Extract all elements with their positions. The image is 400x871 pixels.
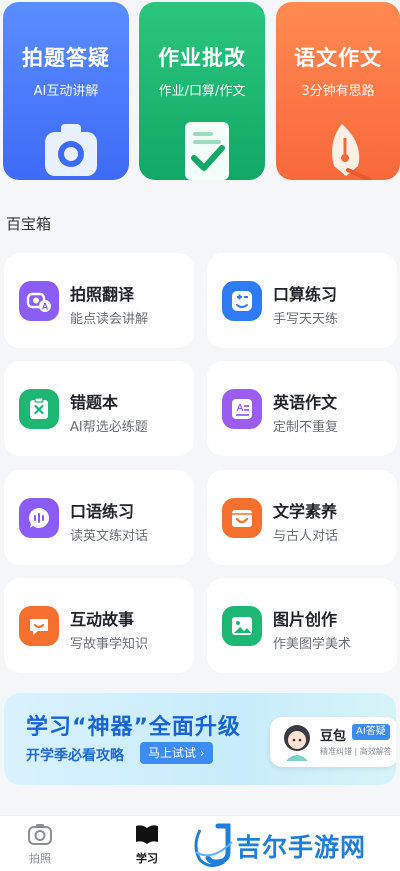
tool-title: 口语练习 xyxy=(70,502,135,521)
camera-icon xyxy=(45,124,97,176)
hero-homework-check[interactable]: 作业批改 作业/口算/作文 xyxy=(139,2,265,180)
hero-subtitle: 作业/口算/作文 xyxy=(158,84,246,99)
tab-camera[interactable]: 拍照 xyxy=(10,822,70,866)
mistake-notebook-icon xyxy=(19,389,59,429)
tool-literature[interactable]: 文学素养 与古人对话 xyxy=(207,470,397,565)
hero-subtitle: AI互动讲解 xyxy=(33,84,99,99)
watermark-logo-icon xyxy=(194,823,233,867)
tool-subtitle: 与古人对话 xyxy=(273,529,339,544)
tool-image-create[interactable]: 图片创作 作美图学美术 xyxy=(207,578,397,673)
banner-subtitle: 开学季必看攻略 xyxy=(26,748,124,764)
english-essay-icon: A xyxy=(222,389,262,429)
svg-text:A: A xyxy=(236,403,243,414)
tool-subtitle: 写故事学知识 xyxy=(70,637,149,652)
tool-subtitle: 定制不重复 xyxy=(273,420,339,435)
tool-photo-translate[interactable]: A 拍照翻译 能点读会讲解 xyxy=(4,253,194,348)
avatar xyxy=(284,725,310,761)
assistant-name: 豆包 xyxy=(320,729,347,744)
book-icon xyxy=(136,825,158,844)
tool-subtitle: 作美图学美术 xyxy=(273,637,352,652)
tab-label: 拍照 xyxy=(29,852,51,865)
tool-interactive-story[interactable]: 互动故事 写故事学知识 xyxy=(4,578,194,673)
tab-label: 学习 xyxy=(136,852,158,865)
hero-subtitle: 3分钟有思路 xyxy=(301,84,375,99)
tool-title: 错题本 xyxy=(70,393,119,412)
site-watermark: 吉尔手游网 xyxy=(192,822,400,870)
tab-study[interactable]: 学习 xyxy=(117,822,177,866)
image-create-icon xyxy=(222,606,262,646)
assistant-tags: 精准纠错 | 高效解答 xyxy=(320,747,392,756)
checked-document-icon xyxy=(185,122,229,180)
tool-subtitle: 手写天天练 xyxy=(273,312,339,327)
tool-title: 互动故事 xyxy=(70,610,135,629)
tool-title: 图片创作 xyxy=(273,610,338,629)
tool-math-practice[interactable]: 口算练习 手写天天练 xyxy=(207,253,397,348)
promo-banner[interactable]: 学习“神器”全面升级 开学季必看攻略 马上试试 › 豆包 AI答疑 精准纠错 |… xyxy=(4,693,396,785)
tool-title: 拍照翻译 xyxy=(70,285,135,304)
assistant-card[interactable]: 豆包 AI答疑 精准纠错 | 高效解答 xyxy=(270,717,396,767)
tool-mistake-notebook[interactable]: 错题本 AI帮选必练题 xyxy=(4,361,194,456)
speaking-practice-icon xyxy=(19,498,59,538)
tool-title: 口算练习 xyxy=(273,285,338,304)
camera-icon xyxy=(28,824,52,845)
toolbox-title: 百宝箱 xyxy=(6,215,52,233)
tool-subtitle: 读英文练对话 xyxy=(70,529,149,544)
tool-title: 英语作文 xyxy=(273,393,338,412)
tool-speaking-practice[interactable]: 口语练习 读英文练对话 xyxy=(4,470,194,565)
hero-chinese-essay[interactable]: 语文作文 3分钟有思路 xyxy=(276,2,400,180)
fountain-pen-icon xyxy=(332,124,372,180)
math-practice-icon xyxy=(222,281,262,321)
photo-translate-icon: A xyxy=(19,281,59,321)
hero-title: 拍题答疑 xyxy=(22,46,110,70)
tool-subtitle: 能点读会讲解 xyxy=(70,312,149,327)
watermark-text: 吉尔手游网 xyxy=(236,833,367,862)
svg-text:A: A xyxy=(42,302,49,312)
story-chat-icon xyxy=(19,606,59,646)
hero-title: 语文作文 xyxy=(294,46,382,70)
hero-photo-answer[interactable]: 拍题答疑 AI互动讲解 xyxy=(3,2,129,180)
tool-subtitle: AI帮选必练题 xyxy=(70,420,148,435)
tool-english-essay[interactable]: A 英语作文 定制不重复 xyxy=(207,361,397,456)
try-now-button[interactable]: 马上试试 › xyxy=(140,742,213,764)
tool-title: 文学素养 xyxy=(273,502,338,521)
literature-icon xyxy=(222,498,262,538)
ai-answer-badge: AI答疑 xyxy=(352,724,390,740)
hero-cards: 拍题答疑 AI互动讲解 作业批改 作业/口算/作文 语文作文 3分钟有思路 xyxy=(0,0,400,182)
banner-title: 学习“神器”全面升级 xyxy=(26,715,241,740)
hero-title: 作业批改 xyxy=(158,46,246,70)
